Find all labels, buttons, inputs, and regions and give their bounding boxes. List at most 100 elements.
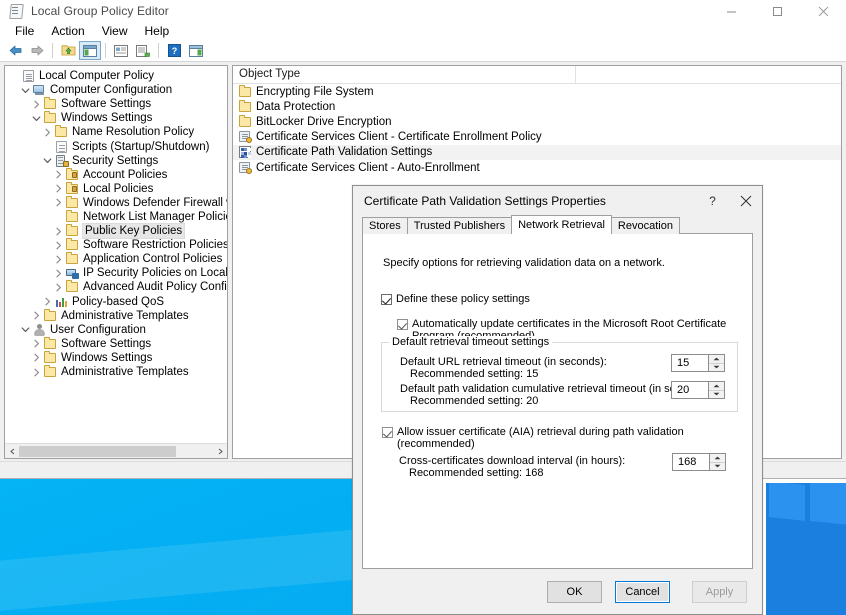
tree-node-label: Software Settings <box>61 337 151 351</box>
ok-button[interactable]: OK <box>547 581 602 603</box>
tree-node[interactable]: Network List Manager Policies <box>8 210 227 224</box>
chevron-right-icon[interactable] <box>30 353 43 362</box>
url-retrieval-timeout-up-arrow-icon[interactable] <box>709 355 724 364</box>
chevron-right-icon[interactable] <box>30 339 43 348</box>
dialog-help-button[interactable]: ? <box>696 186 729 215</box>
path-validation-timeout-spinner[interactable] <box>708 381 725 399</box>
menu-item-file[interactable]: File <box>7 23 43 40</box>
up-folder-icon[interactable] <box>57 41 79 60</box>
chevron-down-icon[interactable] <box>19 86 32 95</box>
cross-certificates-interval-input[interactable]: 168 <box>672 453 709 471</box>
scrollbar-track[interactable] <box>19 445 213 458</box>
tree-node[interactable]: Administrative Templates <box>8 309 227 323</box>
chevron-right-icon[interactable] <box>30 100 43 109</box>
tree-node[interactable]: Software Settings <box>8 337 227 351</box>
tree-node[interactable]: User Configuration <box>8 323 227 337</box>
tree-node[interactable]: Administrative Templates <box>8 365 227 379</box>
chevron-right-icon[interactable] <box>52 241 65 250</box>
folder-lock-icon <box>65 182 80 196</box>
path-validation-timeout-input[interactable]: 20 <box>671 381 708 399</box>
tree-node[interactable]: Application Control Policies <box>8 252 227 266</box>
chevron-right-icon[interactable] <box>52 283 65 292</box>
chevron-right-icon[interactable] <box>52 269 65 278</box>
tree-horizontal-scrollbar[interactable] <box>5 443 227 458</box>
chevron-right-icon[interactable] <box>30 367 43 376</box>
chevron-down-icon[interactable] <box>30 114 43 123</box>
cross-certificates-interval-stepper[interactable]: 168 <box>672 453 726 471</box>
tree-node[interactable]: Computer Configuration <box>8 83 227 97</box>
tree-node[interactable]: Windows Settings <box>8 111 227 125</box>
tree-node[interactable]: Policy-based QoS <box>8 295 227 309</box>
show-hide-console-tree-icon[interactable] <box>79 41 101 60</box>
tree-node[interactable]: Security Settings <box>8 154 227 168</box>
cross-certificates-interval-up-arrow-icon[interactable] <box>710 454 725 463</box>
cross-certificates-interval-down-arrow-icon[interactable] <box>710 463 725 471</box>
chevron-right-icon[interactable] <box>52 255 65 264</box>
scroll-left-arrow-icon[interactable] <box>5 445 19 458</box>
url-retrieval-timeout-down-arrow-icon[interactable] <box>709 364 724 372</box>
tab-trusted-publishers[interactable]: Trusted Publishers <box>407 217 512 234</box>
scroll-right-arrow-icon[interactable] <box>213 445 227 458</box>
tree-node[interactable]: Public Key Policies <box>8 224 227 238</box>
cancel-button[interactable]: Cancel <box>615 581 670 603</box>
chevron-right-icon[interactable] <box>52 227 65 236</box>
list-item[interactable]: Certificate Services Client - Certificat… <box>233 130 841 145</box>
tree-node[interactable]: Software Restriction Policies <box>8 238 227 252</box>
list-item[interactable]: Certificate Services Client - Auto-Enrol… <box>233 160 841 175</box>
tree-node[interactable]: Windows Settings <box>8 351 227 365</box>
help-icon[interactable]: ? <box>163 41 185 60</box>
properties-icon[interactable] <box>110 41 132 60</box>
dialog-close-button[interactable] <box>729 186 762 215</box>
cross-certificates-interval-spinner[interactable] <box>709 453 726 471</box>
maximize-button[interactable] <box>754 0 800 22</box>
folder-icon <box>65 252 80 266</box>
menu-item-help[interactable]: Help <box>137 23 179 40</box>
list-item[interactable]: Encrypting File System <box>233 84 841 99</box>
menu-item-action[interactable]: Action <box>43 23 93 40</box>
tree-node[interactable]: Advanced Audit Policy Configuration <box>8 280 227 294</box>
scrollbar-thumb[interactable] <box>19 446 176 457</box>
chevron-right-icon[interactable] <box>41 297 54 306</box>
url-retrieval-timeout-input[interactable]: 15 <box>671 354 708 372</box>
tree-node-icon-wrap <box>65 210 80 224</box>
tree-node[interactable]: Software Settings <box>8 97 227 111</box>
tab-network-retrieval[interactable]: Network Retrieval <box>511 215 612 234</box>
chevron-right-icon[interactable] <box>52 170 65 179</box>
tab-stores[interactable]: Stores <box>362 217 408 234</box>
forward-arrow-icon[interactable] <box>26 41 48 60</box>
menu-item-view[interactable]: View <box>94 23 137 40</box>
chevron-right-icon[interactable] <box>52 198 65 207</box>
list-item[interactable]: BitLocker Drive Encryption <box>233 114 841 129</box>
chevron-right-icon[interactable] <box>52 184 65 193</box>
back-arrow-icon[interactable] <box>4 41 26 60</box>
close-button[interactable] <box>800 0 846 22</box>
tree-node[interactable]: Windows Defender Firewall with Adv <box>8 196 227 210</box>
tree-node[interactable]: Scripts (Startup/Shutdown) <box>8 139 227 153</box>
tree-node[interactable]: Local Computer Policy <box>8 69 227 83</box>
minimize-button[interactable] <box>708 0 754 22</box>
allow-aia-retrieval-checkbox[interactable]: Allow issuer certificate (AIA) retrieval… <box>382 426 752 450</box>
define-policy-settings-checkbox[interactable]: Define these policy settings <box>381 293 530 305</box>
column-header-empty[interactable] <box>576 66 841 83</box>
path-validation-timeout-stepper[interactable]: 20 <box>671 381 725 399</box>
tree-node[interactable]: Name Resolution Policy <box>8 125 227 139</box>
chevron-down-icon[interactable] <box>19 325 32 334</box>
path-validation-timeout-down-arrow-icon[interactable] <box>709 391 724 399</box>
list-item[interactable]: Data Protection <box>233 99 841 114</box>
column-header-object-type[interactable]: Object Type <box>233 66 576 83</box>
tree-node[interactable]: Account Policies <box>8 168 227 182</box>
show-hide-action-pane-icon[interactable] <box>185 41 207 60</box>
chevron-down-icon[interactable] <box>41 156 54 165</box>
tree-node[interactable]: IP Security Policies on Local Comput <box>8 266 227 280</box>
export-list-icon[interactable] <box>132 41 154 60</box>
apply-button[interactable]: Apply <box>692 581 747 603</box>
url-retrieval-timeout-spinner[interactable] <box>708 354 725 372</box>
list-item[interactable]: Certificate Path Validation Settings <box>233 145 841 160</box>
url-retrieval-timeout-stepper[interactable]: 15 <box>671 354 725 372</box>
tab-revocation[interactable]: Revocation <box>611 217 680 234</box>
chevron-right-icon[interactable] <box>30 311 43 320</box>
chevron-right-icon[interactable] <box>41 128 54 137</box>
path-validation-timeout-up-arrow-icon[interactable] <box>709 382 724 391</box>
folder-icon <box>238 85 253 99</box>
tree-node[interactable]: Local Policies <box>8 182 227 196</box>
